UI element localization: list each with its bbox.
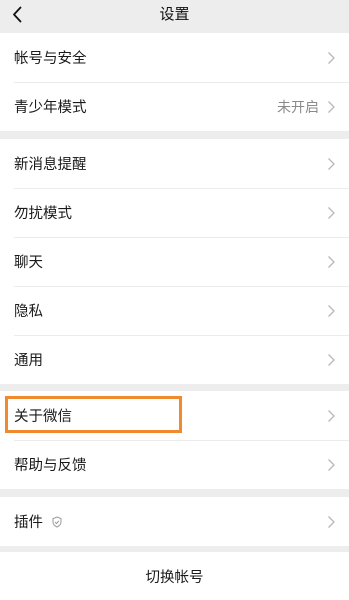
chevron-right-icon	[328, 100, 335, 113]
chevron-right-icon	[328, 409, 335, 422]
settings-item-label: 帮助与反馈	[14, 458, 87, 474]
settings-item-privacy[interactable]: 隐私	[0, 286, 349, 335]
settings-group-general: 新消息提醒 勿扰模式 聊天 隐私 通用	[0, 139, 349, 384]
settings-item-plugins[interactable]: 插件	[0, 497, 349, 546]
shield-icon	[52, 515, 62, 528]
switch-account-button[interactable]: 切换帐号	[0, 552, 349, 600]
settings-group-about: 关于微信 帮助与反馈	[0, 391, 349, 489]
chevron-right-icon	[328, 515, 335, 528]
chevron-right-icon	[328, 157, 335, 170]
settings-item-teen-mode[interactable]: 青少年模式 未开启	[0, 82, 349, 131]
chevron-right-icon	[328, 353, 335, 366]
chevron-right-icon	[328, 304, 335, 317]
settings-item-chat[interactable]: 聊天	[0, 237, 349, 286]
settings-item-label: 隐私	[14, 304, 43, 320]
chevron-right-icon	[328, 255, 335, 268]
settings-item-label: 聊天	[14, 255, 43, 271]
settings-item-label: 勿扰模式	[14, 206, 72, 222]
settings-item-help-feedback[interactable]: 帮助与反馈	[0, 440, 349, 489]
settings-item-label: 通用	[14, 353, 43, 369]
navigation-bar: 设置	[0, 0, 349, 30]
settings-item-label: 新消息提醒	[14, 157, 87, 173]
settings-item-label-wrap: 插件	[14, 511, 63, 532]
settings-screen: 设置 帐号与安全 青少年模式 未开启 新消息提醒 勿扰模式 聊天 隐私 通用 关…	[0, 0, 349, 600]
settings-item-general[interactable]: 通用	[0, 335, 349, 384]
page-title: 设置	[159, 5, 190, 23]
settings-item-notifications[interactable]: 新消息提醒	[0, 139, 349, 188]
settings-item-account-security[interactable]: 帐号与安全	[0, 33, 349, 82]
settings-item-value: 未开启	[277, 99, 319, 116]
chevron-right-icon	[328, 458, 335, 471]
settings-group-plugins: 插件	[0, 497, 349, 546]
settings-item-label: 关于微信	[14, 409, 72, 425]
settings-item-do-not-disturb[interactable]: 勿扰模式	[0, 188, 349, 237]
settings-item-label: 帐号与安全	[14, 51, 87, 67]
chevron-right-icon	[328, 206, 335, 219]
chevron-right-icon	[328, 51, 335, 64]
settings-item-label: 青少年模式	[14, 100, 87, 116]
settings-item-about-wechat[interactable]: 关于微信	[0, 391, 349, 440]
settings-item-label: 插件	[14, 515, 43, 531]
settings-group-account: 帐号与安全 青少年模式 未开启	[0, 33, 349, 131]
